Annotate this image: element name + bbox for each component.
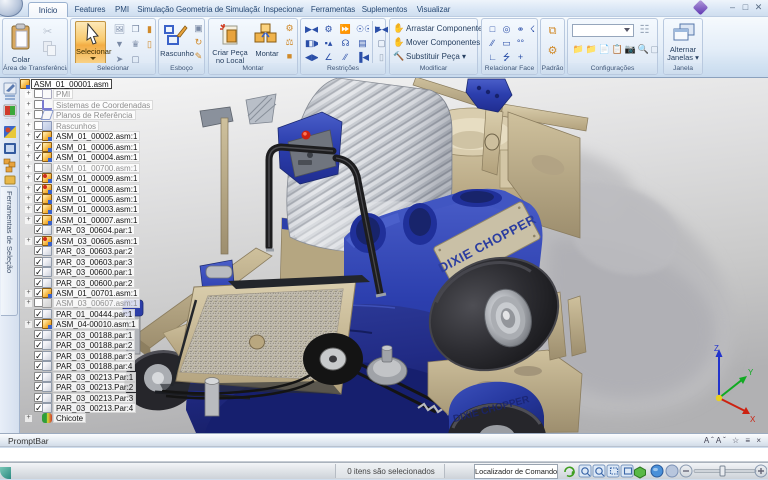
svg-text:Z: Z (714, 344, 719, 353)
svg-text:X: X (750, 415, 756, 424)
svg-text:Y: Y (748, 368, 754, 377)
